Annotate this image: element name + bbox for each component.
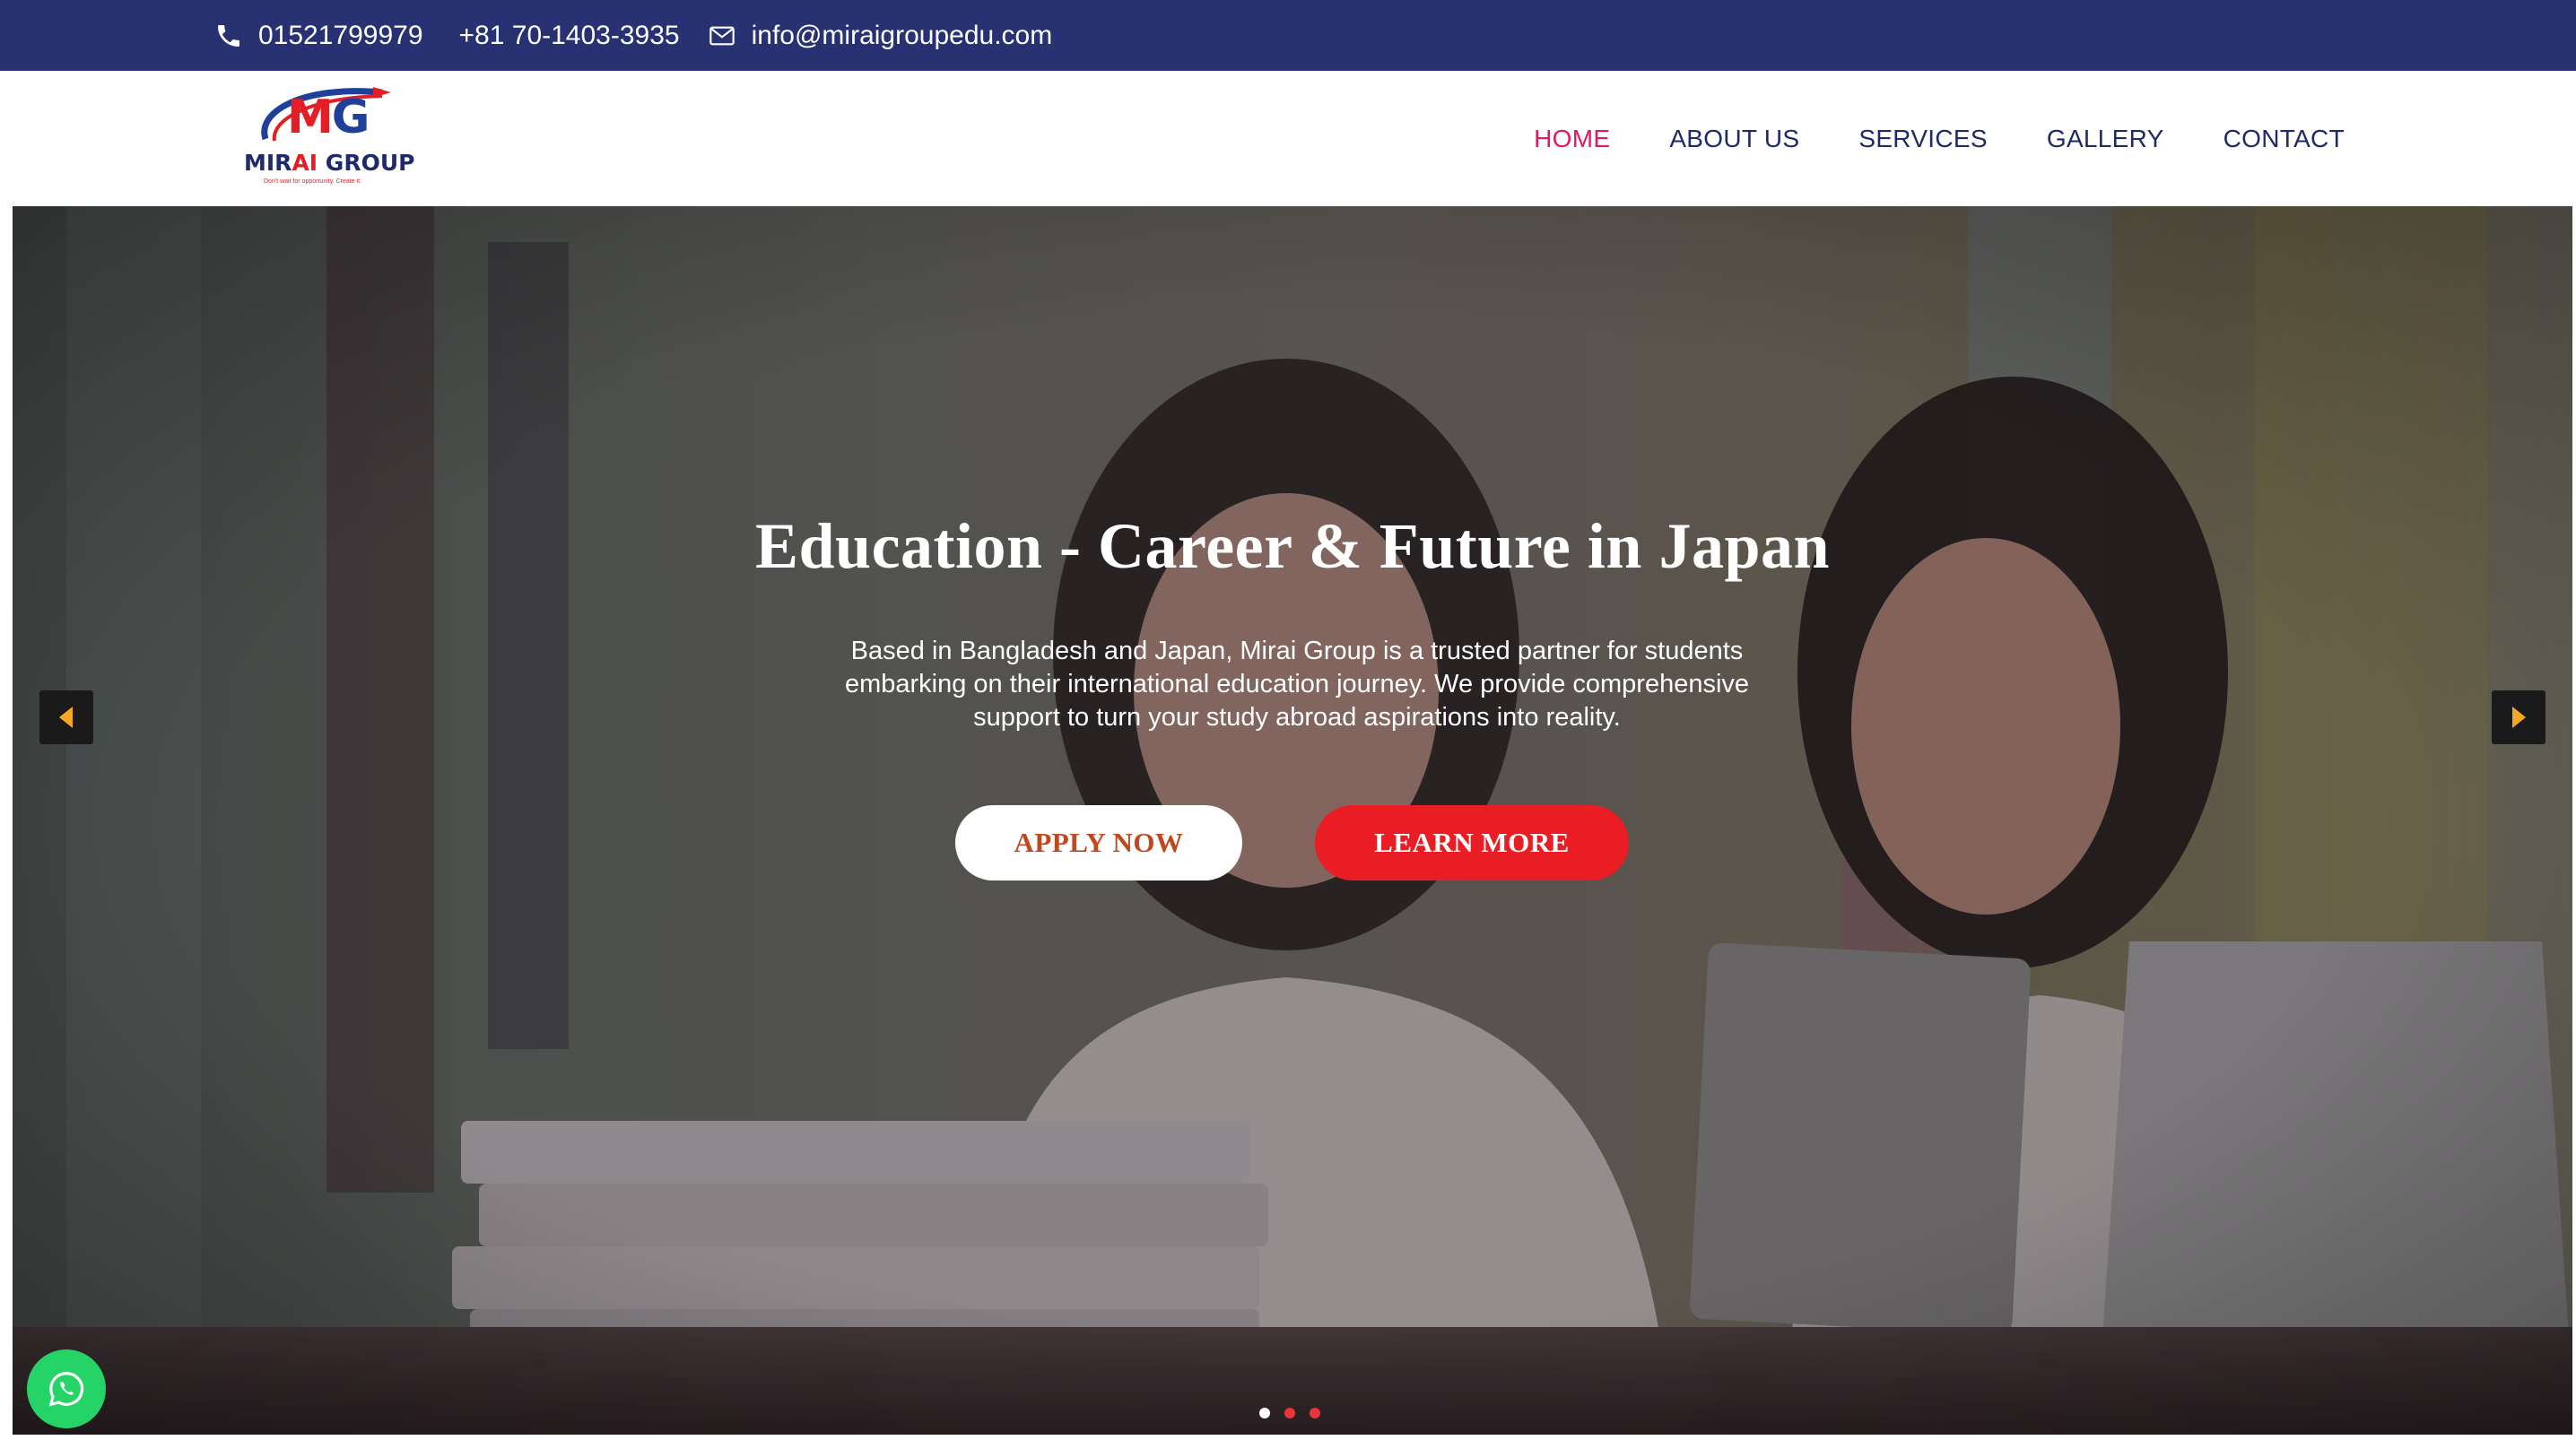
nav-home[interactable]: HOME — [1534, 125, 1610, 153]
main-header: MG MIRAI GROUP Don't wait for opportunit… — [0, 71, 2576, 206]
phone-icon — [213, 21, 244, 51]
slide-dot-2[interactable] — [1284, 1408, 1295, 1418]
logo-brand-name: MIRAI GROUP — [244, 150, 415, 176]
caret-left-icon — [59, 707, 73, 728]
whatsapp-chat-button[interactable] — [27, 1349, 106, 1428]
email-contact[interactable]: info@miraigroupedu.com — [707, 21, 1053, 51]
hero-slider: Education - Career & Future in Japan Bas… — [13, 206, 2572, 1435]
hero-description: Based in Bangladesh and Japan, Mirai Gro… — [844, 637, 1750, 732]
envelope-icon — [707, 21, 737, 51]
email-address[interactable]: info@miraigroupedu.com — [752, 21, 1053, 51]
slide-dot-1[interactable] — [1259, 1408, 1270, 1418]
phone-contact[interactable]: 01521799979 — [213, 21, 423, 51]
apply-now-button[interactable]: APPLY NOW — [955, 805, 1242, 880]
learn-more-button[interactable]: LEARN MORE — [1315, 805, 1629, 880]
nav-contact[interactable]: CONTACT — [2224, 125, 2345, 153]
caret-right-icon — [2512, 707, 2526, 728]
hero-background-image — [13, 206, 2572, 1435]
logo-tagline: Don't wait for opportunity. Create it. — [264, 178, 361, 185]
top-contact-bar: 01521799979 +81 70-1403-3935 info@miraig… — [0, 0, 2576, 71]
phone-contact-japan[interactable]: +81 70-1403-3935 — [459, 21, 680, 51]
hero-title: Education - Career & Future in Japan — [754, 510, 1831, 582]
slider-next-button[interactable] — [2492, 690, 2546, 744]
slide-dot-3[interactable] — [1310, 1408, 1320, 1418]
nav-gallery[interactable]: GALLERY — [2047, 125, 2164, 153]
nav-services[interactable]: SERVICES — [1858, 125, 1988, 153]
mirai-group-logo[interactable]: MG MIRAI GROUP Don't wait for opportunit… — [240, 85, 420, 191]
phone-number-japan[interactable]: +81 70-1403-3935 — [459, 21, 680, 51]
nav-about-us[interactable]: ABOUT US — [1669, 125, 1799, 153]
slider-pagination — [1259, 1408, 1335, 1418]
main-navigation: HOME ABOUT US SERVICES GALLERY CONTACT — [1475, 71, 2345, 206]
logo-mark: MG — [287, 91, 370, 144]
whatsapp-icon — [48, 1372, 84, 1407]
phone-number-primary[interactable]: 01521799979 — [258, 21, 423, 51]
slider-prev-button[interactable] — [39, 690, 93, 744]
